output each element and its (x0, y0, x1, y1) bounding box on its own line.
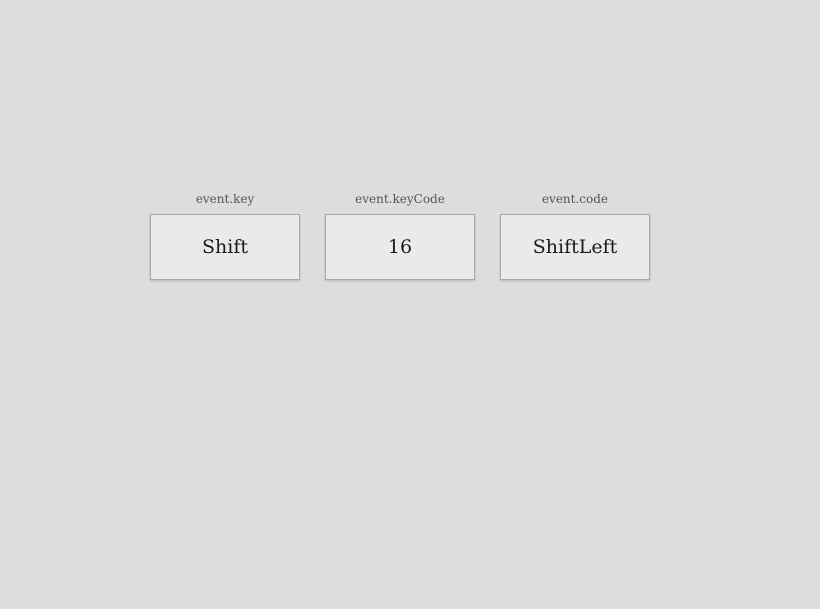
event-code-card: event.code ShiftLeft (500, 188, 650, 280)
event-key-value: Shift (150, 214, 300, 280)
event-code-value: ShiftLeft (500, 214, 650, 280)
event-key-label: event.key (195, 192, 255, 206)
event-code-label: event.code (541, 192, 609, 206)
event-keycode-card: event.keyCode 16 (325, 188, 475, 280)
event-key-card: event.key Shift (150, 188, 300, 280)
event-keycode-label: event.keyCode (355, 192, 445, 206)
event-keycode-value: 16 (325, 214, 475, 280)
key-info-row: event.key Shift event.keyCode 16 event.c… (150, 188, 650, 280)
